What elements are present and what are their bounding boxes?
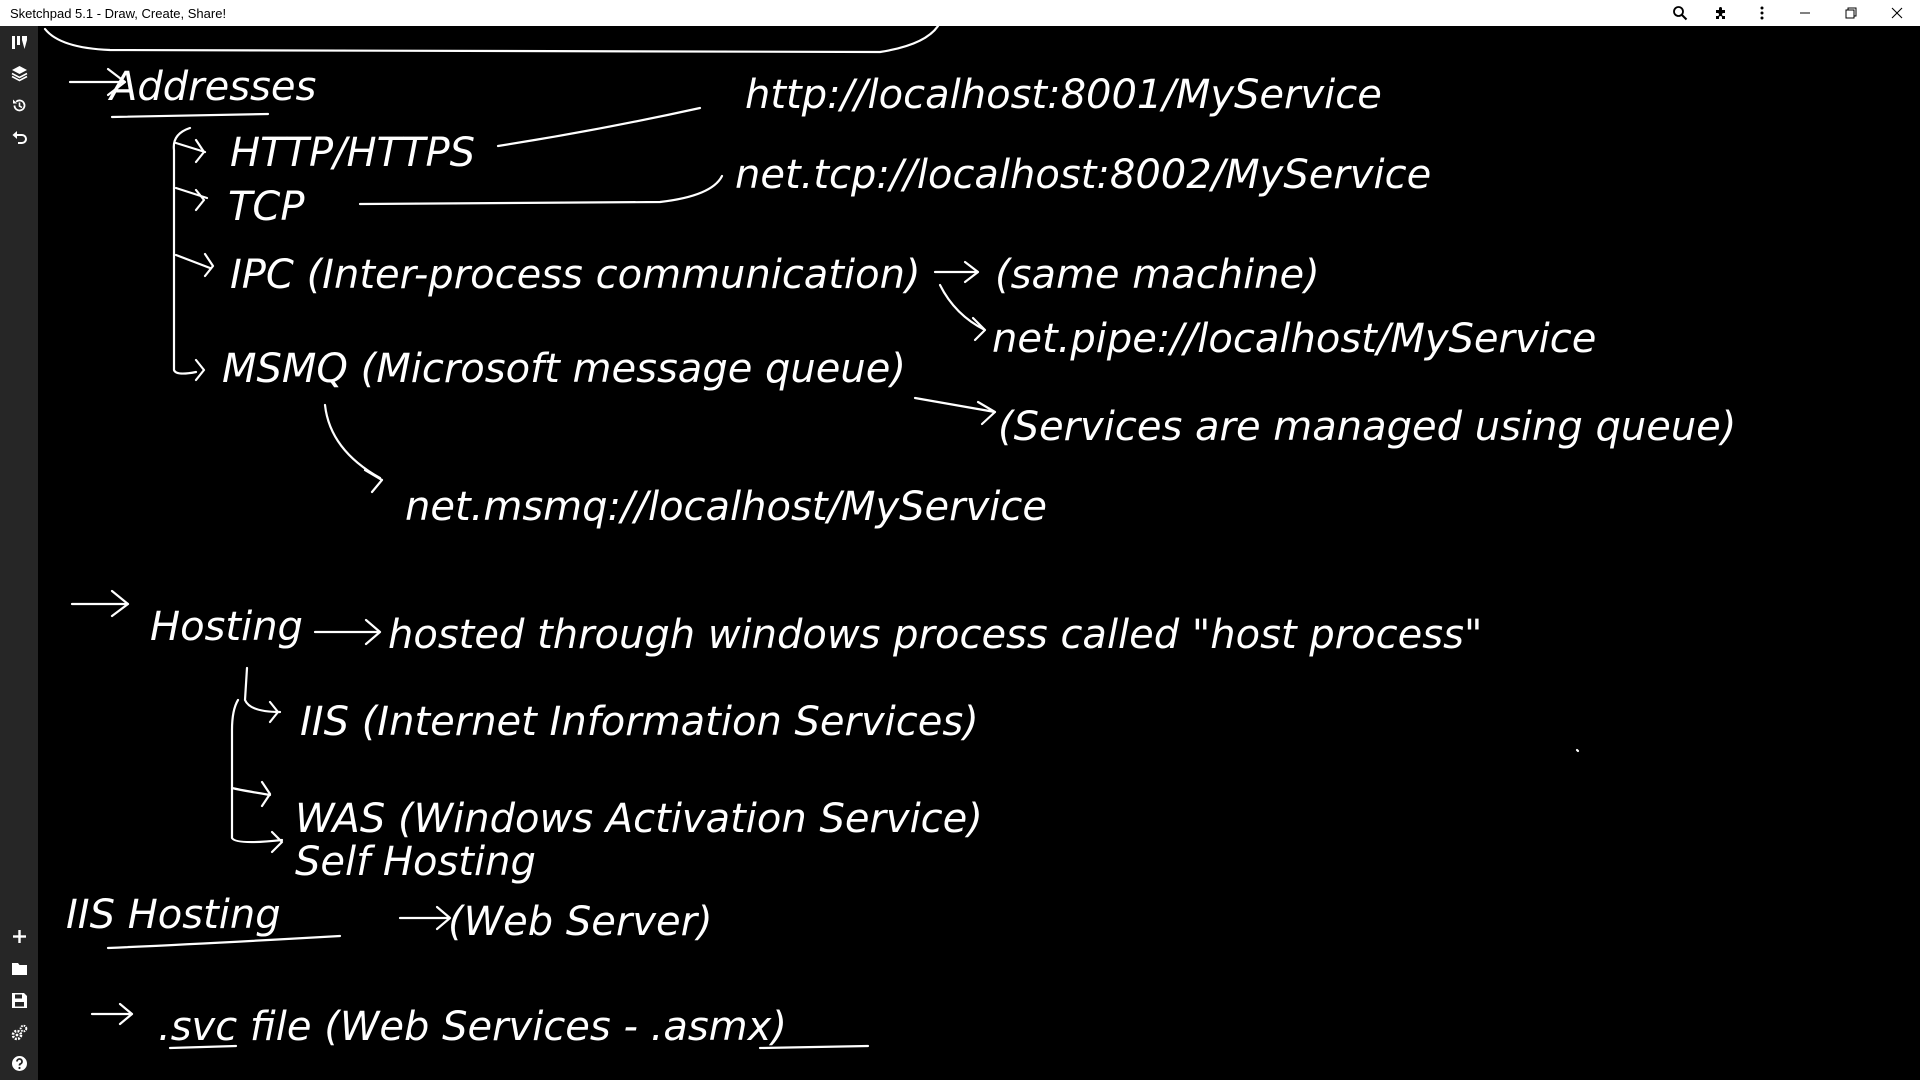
- close-icon[interactable]: [1874, 0, 1920, 26]
- iis-label: IIS (Internet Information Services): [300, 699, 979, 745]
- title-bar: Sketchpad 5.1 - Draw, Create, Share!: [0, 0, 1920, 26]
- svc-text: .svc file (Web Services - .asmx): [158, 1004, 787, 1050]
- layers-icon[interactable]: [0, 58, 38, 88]
- left-toolbar: [0, 26, 38, 1080]
- drawing-canvas[interactable]: Addresses HTTP/HTTPS http://localhost:80…: [38, 26, 1920, 1080]
- save-icon[interactable]: [0, 985, 38, 1015]
- tools-icon[interactable]: [0, 27, 38, 57]
- history-icon[interactable]: [0, 90, 38, 120]
- help-icon[interactable]: [0, 1048, 38, 1078]
- window-title: Sketchpad 5.1 - Draw, Create, Share!: [10, 5, 227, 21]
- add-icon[interactable]: [0, 921, 38, 951]
- msmq-label: MSMQ (Microsoft message queue): [222, 346, 906, 392]
- self-hosting-label: Self Hosting: [295, 839, 536, 885]
- tcp-label: TCP: [228, 184, 305, 230]
- extensions-icon[interactable]: [1700, 0, 1741, 26]
- msmq-url: net.msmq://localhost/MyService: [405, 484, 1047, 530]
- arrow-icon: [90, 1002, 134, 1026]
- arrow-icon: [913, 396, 997, 426]
- restore-icon[interactable]: [1828, 0, 1874, 26]
- tcp-url: net.tcp://localhost:8002/MyService: [735, 152, 1431, 198]
- ipc-url: net.pipe://localhost/MyService: [992, 316, 1596, 362]
- arrow-icon: [933, 260, 980, 284]
- hosting-heading: Hosting: [150, 604, 303, 650]
- hosting-desc: hosted through windows process called "h…: [388, 612, 1482, 658]
- arrow-icon: [313, 618, 382, 646]
- msmq-note: (Services are managed using queue): [998, 404, 1736, 450]
- undo-icon[interactable]: [0, 122, 38, 152]
- arrow-icon: [70, 589, 130, 618]
- iis-hosting-note: (Web Server): [448, 899, 713, 945]
- settings-icon[interactable]: [0, 1017, 38, 1047]
- http-url: http://localhost:8001/MyService: [745, 72, 1382, 118]
- arrow-icon: [398, 905, 452, 931]
- more-vertical-icon[interactable]: [1741, 0, 1782, 26]
- was-label: WAS (Windows Activation Service): [295, 796, 983, 842]
- ipc-note: (same machine): [995, 252, 1320, 298]
- iis-hosting-heading: IIS Hosting: [66, 892, 281, 938]
- folder-icon[interactable]: [0, 953, 38, 983]
- addresses-heading: Addresses: [107, 64, 316, 110]
- search-icon[interactable]: [1659, 0, 1700, 26]
- minimize-icon[interactable]: [1782, 0, 1828, 26]
- http-label: HTTP/HTTPS: [230, 130, 475, 176]
- ipc-label: IPC (Inter-process communication): [230, 252, 921, 298]
